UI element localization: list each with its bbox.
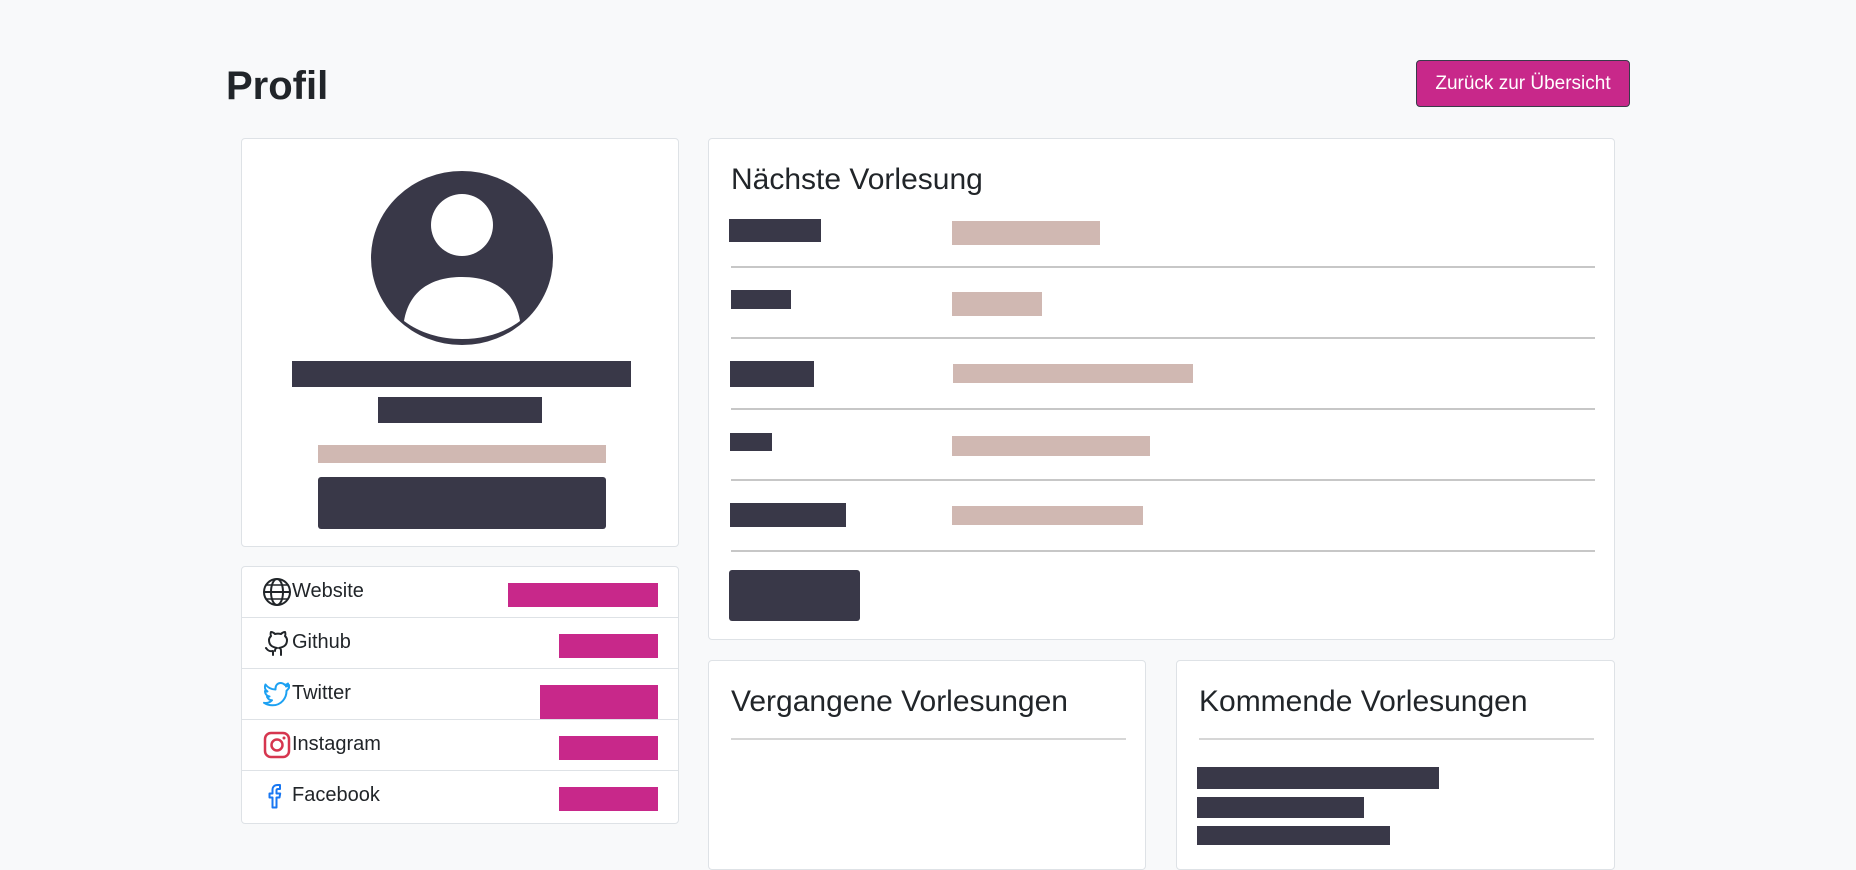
profile-name-redacted — [292, 361, 631, 387]
back-to-overview-button[interactable]: Zurück zur Übersicht — [1416, 60, 1630, 107]
link-row-website[interactable]: Website — [242, 567, 678, 618]
link-label-website: Website — [292, 580, 364, 602]
link-label-instagram: Instagram — [292, 733, 381, 755]
link-label-twitter: Twitter — [292, 682, 351, 704]
instagram-icon — [263, 731, 291, 759]
detail-label-redacted — [730, 433, 772, 451]
next-lecture-title: Nächste Vorlesung — [731, 163, 983, 196]
detail-label-redacted — [730, 503, 846, 527]
github-icon — [265, 631, 288, 656]
link-value-website-redacted[interactable] — [508, 583, 658, 607]
facebook-icon — [268, 784, 282, 809]
profile-card — [241, 138, 679, 547]
detail-value-redacted — [952, 292, 1042, 316]
past-lectures-title: Vergangene Vorlesungen — [731, 685, 1068, 718]
upcoming-lectures-title: Kommende Vorlesungen — [1199, 685, 1528, 718]
divider — [731, 337, 1595, 339]
link-row-facebook[interactable]: Facebook — [242, 771, 678, 822]
upcoming-lecture-item-redacted[interactable] — [1197, 826, 1390, 845]
upcoming-lectures-card: Kommende Vorlesungen — [1176, 660, 1615, 870]
upcoming-lecture-item-redacted[interactable] — [1197, 767, 1439, 789]
link-label-facebook: Facebook — [292, 784, 380, 806]
past-lectures-card: Vergangene Vorlesungen — [708, 660, 1146, 870]
profile-subtitle-redacted — [378, 397, 542, 423]
link-row-github[interactable]: Github — [242, 618, 678, 669]
link-row-instagram[interactable]: Instagram — [242, 720, 678, 771]
page-title: Profil — [226, 64, 329, 108]
link-value-instagram-redacted[interactable] — [559, 736, 658, 760]
divider — [731, 408, 1595, 410]
link-value-twitter-redacted[interactable] — [540, 685, 658, 719]
user-circle-icon — [371, 171, 553, 345]
detail-label-redacted — [729, 219, 821, 242]
upcoming-lecture-item-redacted[interactable] — [1197, 797, 1364, 818]
detail-label-redacted — [730, 361, 814, 387]
detail-value-redacted — [953, 364, 1193, 383]
divider — [1199, 738, 1594, 740]
divider — [731, 479, 1595, 481]
detail-value-redacted — [952, 436, 1150, 456]
profile-action-button-redacted[interactable] — [318, 477, 606, 529]
social-links-card: Website Github Twitter Instagram Faceboo… — [241, 566, 679, 824]
next-lecture-card: Nächste Vorlesung — [708, 138, 1615, 640]
globe-icon — [263, 578, 291, 606]
detail-label-redacted — [731, 290, 791, 309]
link-label-github: Github — [292, 631, 351, 653]
link-value-facebook-redacted[interactable] — [559, 787, 658, 811]
divider — [731, 266, 1595, 268]
detail-value-redacted — [952, 221, 1100, 245]
divider — [731, 550, 1595, 552]
lecture-action-button-redacted[interactable] — [729, 570, 860, 621]
detail-value-redacted — [952, 506, 1143, 525]
twitter-icon — [263, 682, 290, 707]
link-row-twitter[interactable]: Twitter — [242, 669, 678, 720]
link-value-github-redacted[interactable] — [559, 634, 658, 658]
profile-info-redacted — [318, 445, 606, 463]
divider — [731, 738, 1126, 740]
